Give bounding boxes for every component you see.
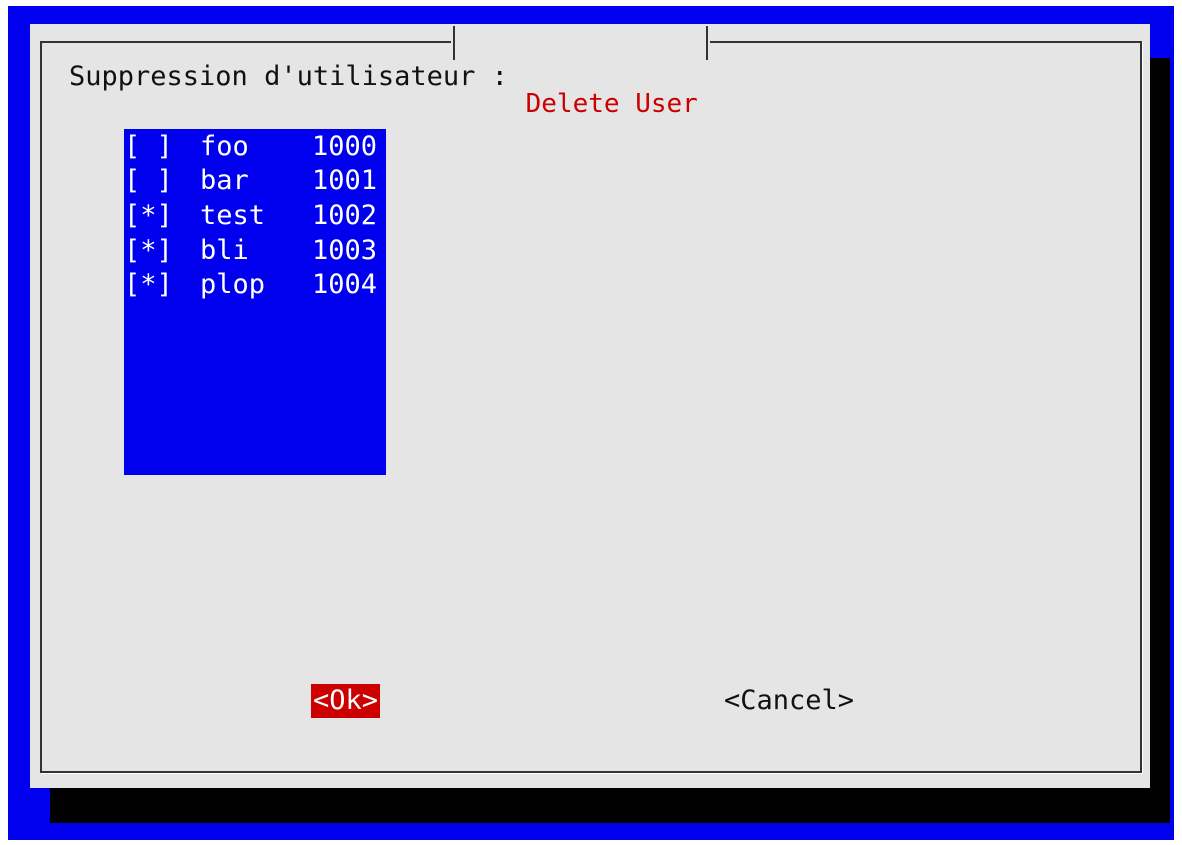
user-uid: 1000 [312, 130, 378, 162]
dialog-title-box: Delete User [451, 24, 710, 119]
checkbox[interactable]: [*] [124, 200, 200, 231]
title-right-bar [705, 26, 708, 60]
user-uid: 1004 [312, 269, 378, 301]
checkbox[interactable]: [ ] [124, 131, 200, 162]
list-item-foo[interactable]: [ ] foo 1000 [124, 129, 386, 164]
user-checklist[interactable]: [ ] foo 1000 [ ] bar 1001 [*] test 1002 … [124, 129, 386, 475]
checkbox[interactable]: [*] [124, 269, 200, 300]
dialog-prompt: Suppression d'utilisateur : [69, 61, 508, 92]
checkbox[interactable]: [ ] [124, 165, 200, 196]
user-uid: 1001 [312, 165, 378, 197]
title-left-bar [453, 26, 455, 60]
user-name: test [200, 199, 266, 231]
list-item-plop[interactable]: [*] plop 1004 [124, 267, 386, 302]
cancel-button[interactable]: <Cancel> [722, 684, 856, 718]
user-name: plop [200, 269, 266, 301]
list-item-bli[interactable]: [*] bli 1003 [124, 233, 386, 268]
user-uid: 1002 [312, 199, 378, 231]
user-uid: 1003 [312, 234, 378, 266]
user-name: bar [200, 165, 249, 197]
delete-user-dialog: Delete User Suppression d'utilisateur : … [30, 24, 1150, 788]
ok-button[interactable]: <Ok> [311, 684, 381, 718]
list-item-bar[interactable]: [ ] bar 1001 [124, 164, 386, 199]
checkbox[interactable]: [*] [124, 235, 200, 266]
dialog-title: Delete User [525, 89, 698, 119]
list-item-test[interactable]: [*] test 1002 [124, 198, 386, 233]
user-name: bli [200, 234, 249, 266]
user-name: foo [200, 130, 249, 162]
